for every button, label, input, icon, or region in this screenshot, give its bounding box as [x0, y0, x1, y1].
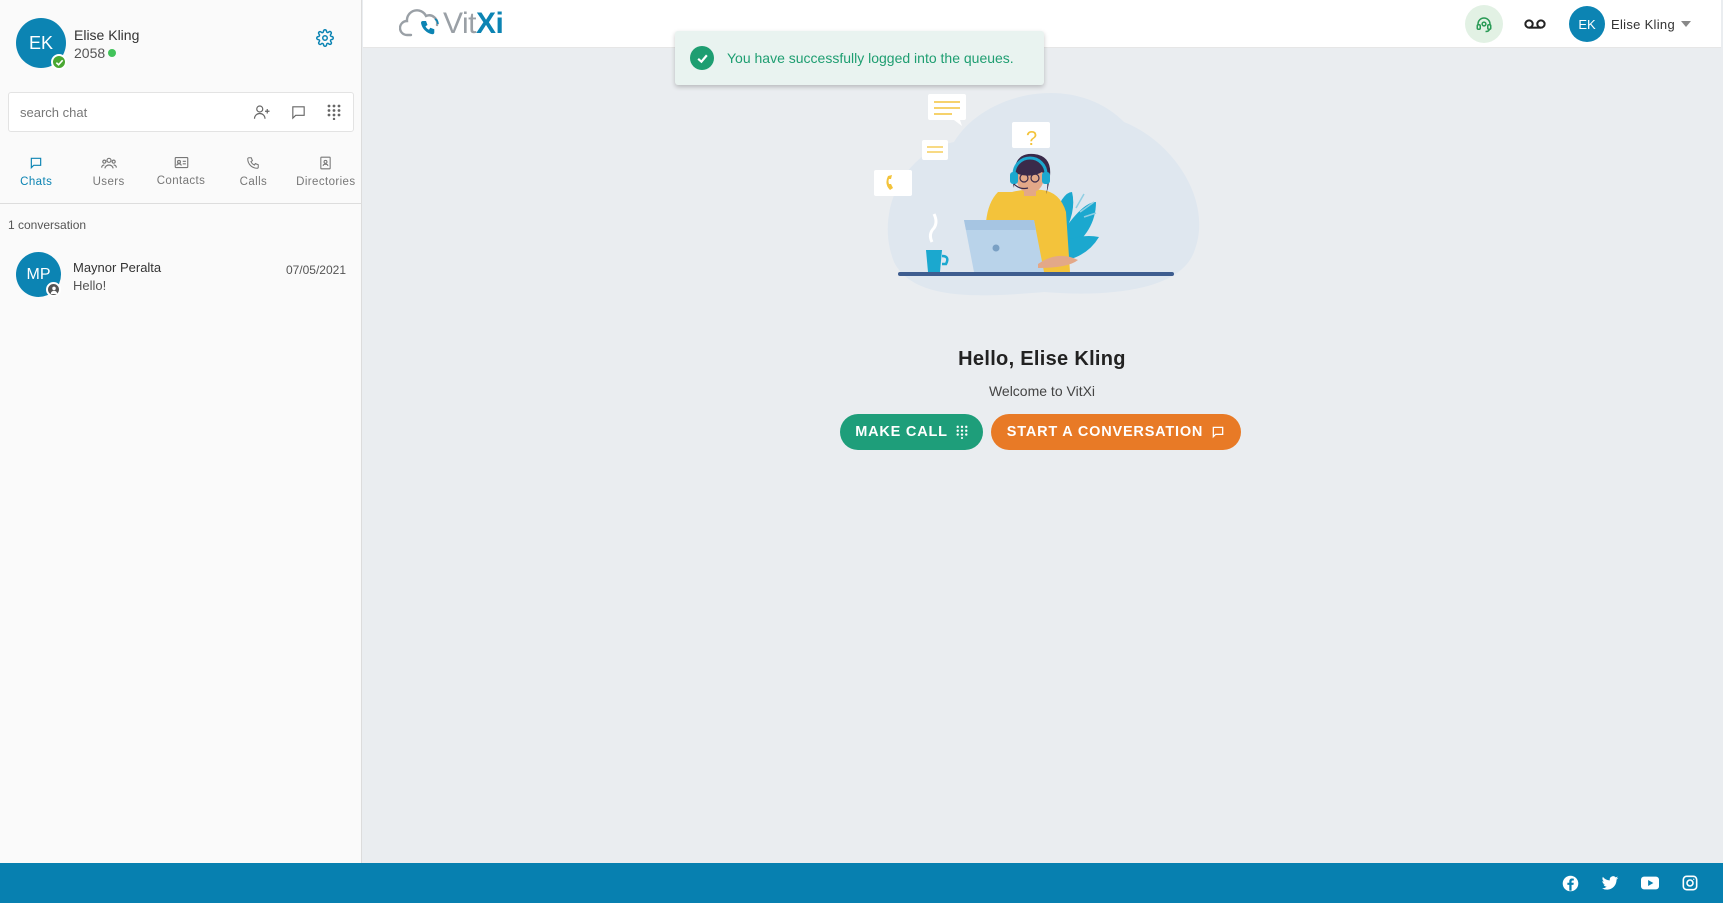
- chat-icon: [30, 157, 42, 170]
- youtube-link[interactable]: [1641, 874, 1659, 892]
- make-call-label: MAKE CALL: [855, 424, 948, 440]
- tab-label: Calls: [239, 176, 268, 188]
- user-menu-name: Elise Kling: [1611, 16, 1675, 32]
- instagram-icon: [1682, 875, 1698, 891]
- gear-icon: [316, 29, 334, 47]
- conversation-name: Maynor Peralta: [73, 260, 162, 275]
- profile-header: EK Elise Kling 2058: [16, 18, 346, 72]
- sidebar: EK Elise Kling 2058 Cha: [0, 0, 362, 863]
- facebook-icon: [1562, 875, 1578, 891]
- instagram-link[interactable]: [1681, 874, 1699, 892]
- tab-label: Users: [92, 176, 125, 188]
- greeting-heading: Hello, Elise Kling: [958, 348, 1126, 370]
- facebook-link[interactable]: [1561, 874, 1579, 892]
- voicemail-icon: [1524, 19, 1546, 29]
- tab-label: Chats: [20, 176, 53, 188]
- tab-users[interactable]: Users: [72, 150, 144, 203]
- search-input[interactable]: [20, 104, 230, 120]
- success-toast[interactable]: You have successfully logged into the qu…: [675, 31, 1044, 85]
- users-icon: [100, 157, 117, 169]
- make-call-button[interactable]: MAKE CALL: [840, 414, 983, 450]
- avatar-initials: EK: [1578, 16, 1596, 32]
- twitter-icon: [1601, 875, 1619, 890]
- phone-icon: [247, 157, 260, 169]
- dialpad-button[interactable]: [325, 103, 343, 121]
- voicemail-button[interactable]: [1523, 12, 1547, 36]
- settings-button[interactable]: [314, 27, 336, 49]
- social-links: [1561, 863, 1699, 903]
- user-icon: [46, 282, 61, 297]
- online-status-dot: [108, 49, 117, 57]
- headset-icon: [1476, 17, 1492, 33]
- chat-icon: [1212, 426, 1224, 439]
- welcome-text: Welcome to VitXi: [988, 383, 1096, 399]
- footer: [0, 863, 1723, 903]
- profile-name: Elise Kling: [74, 27, 140, 43]
- youtube-icon: [1641, 876, 1659, 890]
- contacts-icon: [174, 156, 188, 169]
- caret-down-icon: [1681, 21, 1691, 27]
- conversation-date: 07/05/2021: [285, 263, 346, 277]
- conversation-count: 1 conversation: [8, 218, 87, 232]
- presence-check-icon: [51, 54, 67, 70]
- search-box: [8, 92, 354, 132]
- queue-status-button[interactable]: [1465, 5, 1503, 43]
- chat-icon: [291, 105, 305, 120]
- logo: VitXi: [399, 6, 504, 42]
- directory-icon: [320, 156, 332, 170]
- user-menu[interactable]: EK Elise Kling: [1569, 6, 1691, 42]
- cloud-phone-icon: [399, 9, 439, 37]
- toast-message: You have successfully logged into the qu…: [727, 50, 1014, 66]
- new-chat-button[interactable]: [289, 103, 307, 121]
- dialpad-icon: [327, 104, 341, 120]
- dialpad-icon: [956, 425, 968, 439]
- avatar: EK: [1569, 6, 1605, 42]
- tab-label: Contacts: [156, 175, 206, 187]
- twitter-link[interactable]: [1601, 874, 1619, 892]
- add-user-icon: [253, 105, 270, 119]
- tab-contacts[interactable]: Contacts: [145, 150, 217, 203]
- tab-label: Directories: [296, 176, 356, 188]
- tab-directories[interactable]: Directories: [290, 150, 362, 203]
- tab-chats[interactable]: Chats: [0, 150, 72, 203]
- avatar-initials: MP: [26, 265, 51, 283]
- profile-extension: 2058: [74, 45, 117, 61]
- svg-text:?: ?: [1026, 128, 1037, 150]
- avatar-initials: EK: [28, 32, 53, 53]
- sidebar-tabs: Chats Users Contacts Calls Directories: [0, 150, 362, 204]
- conversation-preview: Hello!: [73, 278, 107, 293]
- start-conversation-label: START A CONVERSATION: [1006, 424, 1204, 440]
- extension-number: 2058: [74, 45, 106, 61]
- add-user-button[interactable]: [253, 103, 271, 121]
- check-circle-icon: [690, 46, 714, 70]
- start-conversation-button[interactable]: START A CONVERSATION: [991, 414, 1241, 450]
- tab-calls[interactable]: Calls: [217, 150, 289, 203]
- support-agent-illustration: ?: [874, 93, 1200, 296]
- list-item[interactable]: MP Maynor Peralta Hello! 07/05/2021: [0, 244, 362, 306]
- logo-text: VitXi: [443, 7, 504, 40]
